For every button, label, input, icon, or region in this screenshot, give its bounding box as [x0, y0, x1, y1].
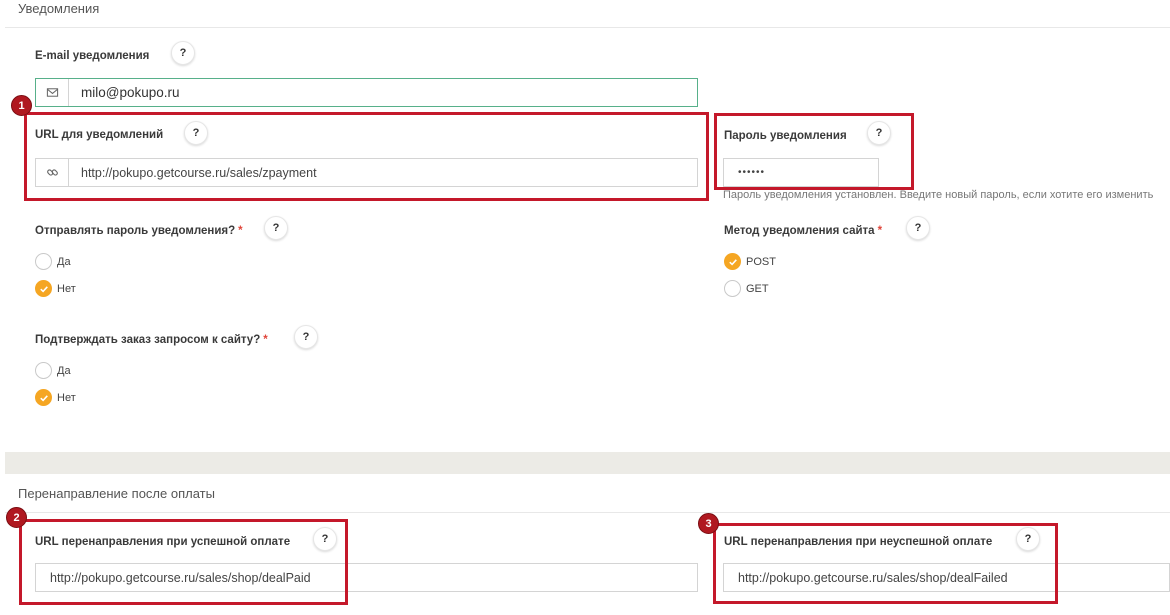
check-icon	[39, 394, 48, 402]
link-icon	[36, 159, 69, 186]
notifications-section-title: Уведомления	[18, 1, 100, 16]
password-hint: Пароль уведомления установлен. Введите н…	[723, 189, 1154, 201]
notification-password-field[interactable]: ••••••	[723, 158, 879, 187]
notification-url-help-button[interactable]: ?	[184, 121, 208, 145]
send-password-help-button[interactable]: ?	[264, 216, 288, 240]
email-label: E-mail уведомления	[35, 50, 150, 62]
confirm-order-yes-radio[interactable]: Да	[35, 362, 71, 379]
required-marker: *	[877, 225, 883, 237]
fail-url-label: URL перенаправления при неуспешной оплат…	[724, 536, 993, 548]
required-marker: *	[238, 225, 243, 237]
check-icon	[728, 258, 737, 266]
notification-password-help-button[interactable]: ?	[867, 121, 891, 145]
success-url-value: http://pokupo.getcourse.ru/sales/shop/de…	[50, 570, 311, 585]
notification-password-label: Пароль уведомления	[724, 130, 847, 142]
notification-method-label: Метод уведомления сайта *	[724, 225, 883, 237]
annotation-badge-1: 1	[11, 95, 32, 116]
confirm-order-help-button[interactable]: ?	[294, 325, 318, 349]
send-password-label: Отправлять пароль уведомления? *	[35, 225, 243, 237]
fail-url-field[interactable]: http://pokupo.getcourse.ru/sales/shop/de…	[723, 563, 1170, 592]
redirect-section-title: Перенаправление после оплаты	[18, 486, 215, 501]
confirm-order-no-radio[interactable]: Нет	[35, 389, 76, 406]
notification-method-help-button[interactable]: ?	[906, 216, 930, 240]
highlight-box-2	[19, 519, 348, 605]
section-separator	[5, 452, 1170, 474]
fail-url-value: http://pokupo.getcourse.ru/sales/shop/de…	[738, 570, 1008, 585]
email-help-button[interactable]: ?	[171, 41, 195, 65]
success-url-help-button[interactable]: ?	[313, 527, 337, 551]
notification-password-value: ••••••	[738, 167, 766, 178]
email-field[interactable]: milo@pokupo.ru	[35, 78, 698, 107]
check-icon	[39, 285, 48, 293]
method-post-radio[interactable]: POST	[724, 253, 776, 270]
notification-url-value: http://pokupo.getcourse.ru/sales/zpaymen…	[81, 165, 317, 180]
success-url-field[interactable]: http://pokupo.getcourse.ru/sales/shop/de…	[35, 563, 698, 592]
highlight-box-1	[24, 112, 709, 201]
method-get-radio[interactable]: GET	[724, 280, 769, 297]
confirm-order-label: Подтверждать заказ запросом к сайту? *	[35, 334, 268, 346]
send-password-no-radio[interactable]: Нет	[35, 280, 76, 297]
notification-url-field[interactable]: http://pokupo.getcourse.ru/sales/zpaymen…	[35, 158, 698, 187]
section-divider	[5, 27, 1170, 28]
envelope-icon	[36, 79, 69, 106]
annotation-badge-2: 2	[6, 507, 27, 528]
required-marker: *	[263, 334, 268, 346]
section-divider	[5, 512, 1170, 513]
send-password-yes-radio[interactable]: Да	[35, 253, 71, 270]
notification-url-label: URL для уведомлений	[35, 129, 164, 141]
success-url-label: URL перенаправления при успешной оплате	[35, 536, 291, 548]
email-value: milo@pokupo.ru	[81, 85, 180, 100]
fail-url-help-button[interactable]: ?	[1016, 527, 1040, 551]
annotation-badge-3: 3	[698, 513, 719, 534]
